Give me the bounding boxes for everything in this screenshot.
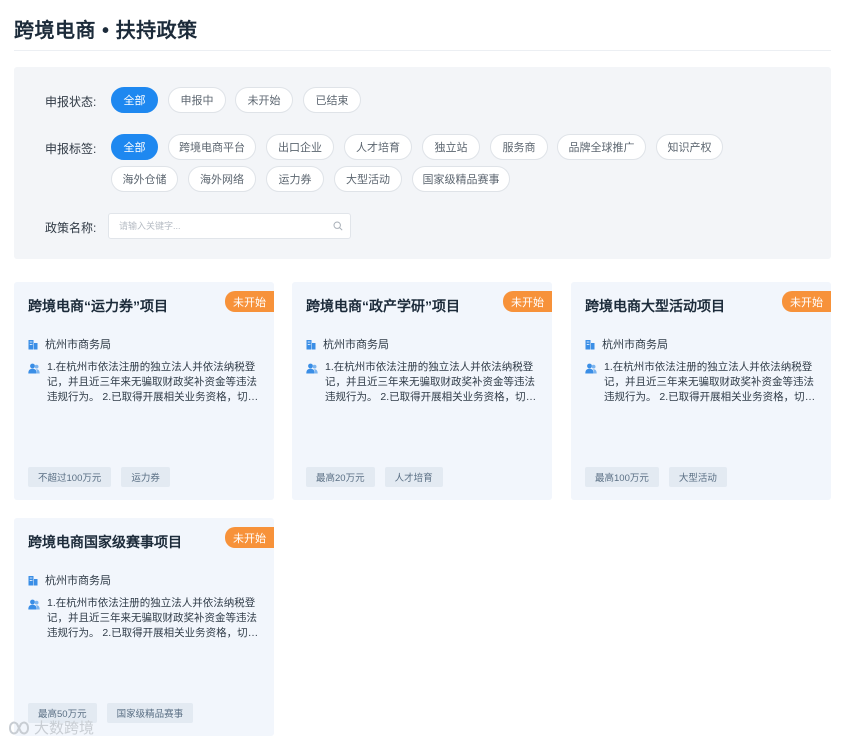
category-tag: 运力券 bbox=[121, 467, 170, 487]
status-filter-not-started[interactable]: 未开始 bbox=[235, 87, 293, 113]
status-filter-applying[interactable]: 申报中 bbox=[168, 87, 226, 113]
building-icon bbox=[28, 575, 38, 585]
status-filter-all[interactable]: 全部 bbox=[111, 87, 158, 113]
org-name: 杭州市商务局 bbox=[45, 575, 111, 587]
org-name: 杭州市商务局 bbox=[602, 339, 668, 351]
amount-tag: 不超过100万元 bbox=[28, 467, 112, 487]
users-icon bbox=[28, 363, 40, 374]
building-icon bbox=[585, 339, 595, 349]
building-icon bbox=[306, 339, 316, 349]
status-badge: 未开始 bbox=[225, 527, 274, 548]
card-description: 1.在杭州市依法注册的独立法人并依法纳税登记，并且近三年来无骗取财政奖补资金等违… bbox=[47, 597, 259, 639]
tag-filter-warehouse[interactable]: 海外仓储 bbox=[111, 166, 178, 192]
users-icon bbox=[585, 363, 597, 374]
watermark: 大数跨境 bbox=[8, 717, 94, 738]
tag-filter-label: 申报标签: bbox=[45, 142, 97, 156]
org-row: 杭州市商务局 bbox=[28, 572, 111, 588]
status-filter-ended[interactable]: 已结束 bbox=[303, 87, 361, 113]
policy-card[interactable]: 跨境电商大型活动项目 未开始 杭州市商务局 1.在杭州市依法注册的独立法人并依法… bbox=[571, 282, 831, 500]
org-row: 杭州市商务局 bbox=[306, 336, 389, 352]
status-badge: 未开始 bbox=[503, 291, 552, 312]
category-tag: 人才培育 bbox=[384, 467, 443, 487]
policy-name-input[interactable] bbox=[109, 214, 319, 238]
name-filter-label: 政策名称: bbox=[45, 221, 97, 235]
tag-filter-ip[interactable]: 知识产权 bbox=[656, 134, 723, 160]
filter-panel: 申报状态: 全部 申报中 未开始 已结束 申报标签: 全部 跨境电商平台 出口企… bbox=[14, 67, 831, 259]
tag-row: 最高100万元 大型活动 bbox=[585, 467, 727, 487]
card-description: 1.在杭州市依法注册的独立法人并依法纳税登记，并且近三年来无骗取财政奖补资金等违… bbox=[47, 361, 259, 403]
tag-filter-export[interactable]: 出口企业 bbox=[266, 134, 334, 160]
status-badge: 未开始 bbox=[782, 291, 831, 312]
policy-card[interactable]: 跨境电商“政产学研”项目 未开始 杭州市商务局 1.在杭州市依法注册的独立法人并… bbox=[292, 282, 552, 500]
tag-filter-national-contest[interactable]: 国家级精品赛事 bbox=[412, 166, 510, 192]
page-title: 跨境电商 • 扶持政策 bbox=[14, 20, 198, 42]
category-tag: 大型活动 bbox=[668, 467, 727, 487]
users-icon bbox=[306, 363, 318, 374]
tag-filter-transport-voucher[interactable]: 运力券 bbox=[266, 166, 324, 192]
policy-card[interactable]: 跨境电商国家级赛事项目 未开始 杭州市商务局 1.在杭州市依法注册的独立法人并依… bbox=[14, 518, 274, 736]
search-box bbox=[108, 213, 351, 239]
org-row: 杭州市商务局 bbox=[585, 336, 668, 352]
status-badge: 未开始 bbox=[225, 291, 274, 312]
watermark-text: 大数跨境 bbox=[34, 720, 95, 737]
org-name: 杭州市商务局 bbox=[323, 339, 389, 351]
tag-filter-brand[interactable]: 品牌全球推广 bbox=[557, 134, 646, 160]
card-description: 1.在杭州市依法注册的独立法人并依法纳税登记，并且近三年来无骗取财政奖补资金等违… bbox=[325, 361, 537, 403]
tag-filter-independent-site[interactable]: 独立站 bbox=[422, 134, 480, 160]
category-tag: 国家级精品赛事 bbox=[106, 703, 194, 723]
card-title: 跨境电商国家级赛事项目 bbox=[28, 534, 182, 550]
tag-filter-service[interactable]: 服务商 bbox=[490, 134, 548, 160]
policy-card[interactable]: 跨境电商“运力券”项目 未开始 杭州市商务局 1.在杭州市依法注册的独立法人并依… bbox=[14, 282, 274, 500]
building-icon bbox=[28, 339, 38, 349]
title-divider bbox=[14, 50, 831, 51]
card-title: 跨境电商“运力券”项目 bbox=[28, 298, 168, 314]
card-title: 跨境电商大型活动项目 bbox=[585, 298, 725, 314]
amount-tag: 最高20万元 bbox=[306, 467, 375, 487]
card-title: 跨境电商“政产学研”项目 bbox=[306, 298, 460, 314]
org-row: 杭州市商务局 bbox=[28, 336, 111, 352]
tag-filter-overseas-network[interactable]: 海外网络 bbox=[188, 166, 256, 192]
status-filter-label: 申报状态: bbox=[45, 95, 97, 109]
tag-filter-talent[interactable]: 人才培育 bbox=[344, 134, 412, 160]
card-description: 1.在杭州市依法注册的独立法人并依法纳税登记，并且近三年来无骗取财政奖补资金等违… bbox=[604, 361, 816, 403]
logo-icon bbox=[8, 721, 30, 734]
users-icon bbox=[28, 599, 40, 610]
tag-filter-large-event[interactable]: 大型活动 bbox=[334, 166, 402, 192]
amount-tag: 最高100万元 bbox=[585, 467, 659, 487]
tag-row: 最高20万元 人才培育 bbox=[306, 467, 443, 487]
search-icon[interactable] bbox=[333, 221, 343, 231]
org-name: 杭州市商务局 bbox=[45, 339, 111, 351]
tag-filter-platform[interactable]: 跨境电商平台 bbox=[168, 134, 256, 160]
tag-filter-all[interactable]: 全部 bbox=[111, 134, 158, 160]
tag-row: 不超过100万元 运力券 bbox=[28, 467, 170, 487]
